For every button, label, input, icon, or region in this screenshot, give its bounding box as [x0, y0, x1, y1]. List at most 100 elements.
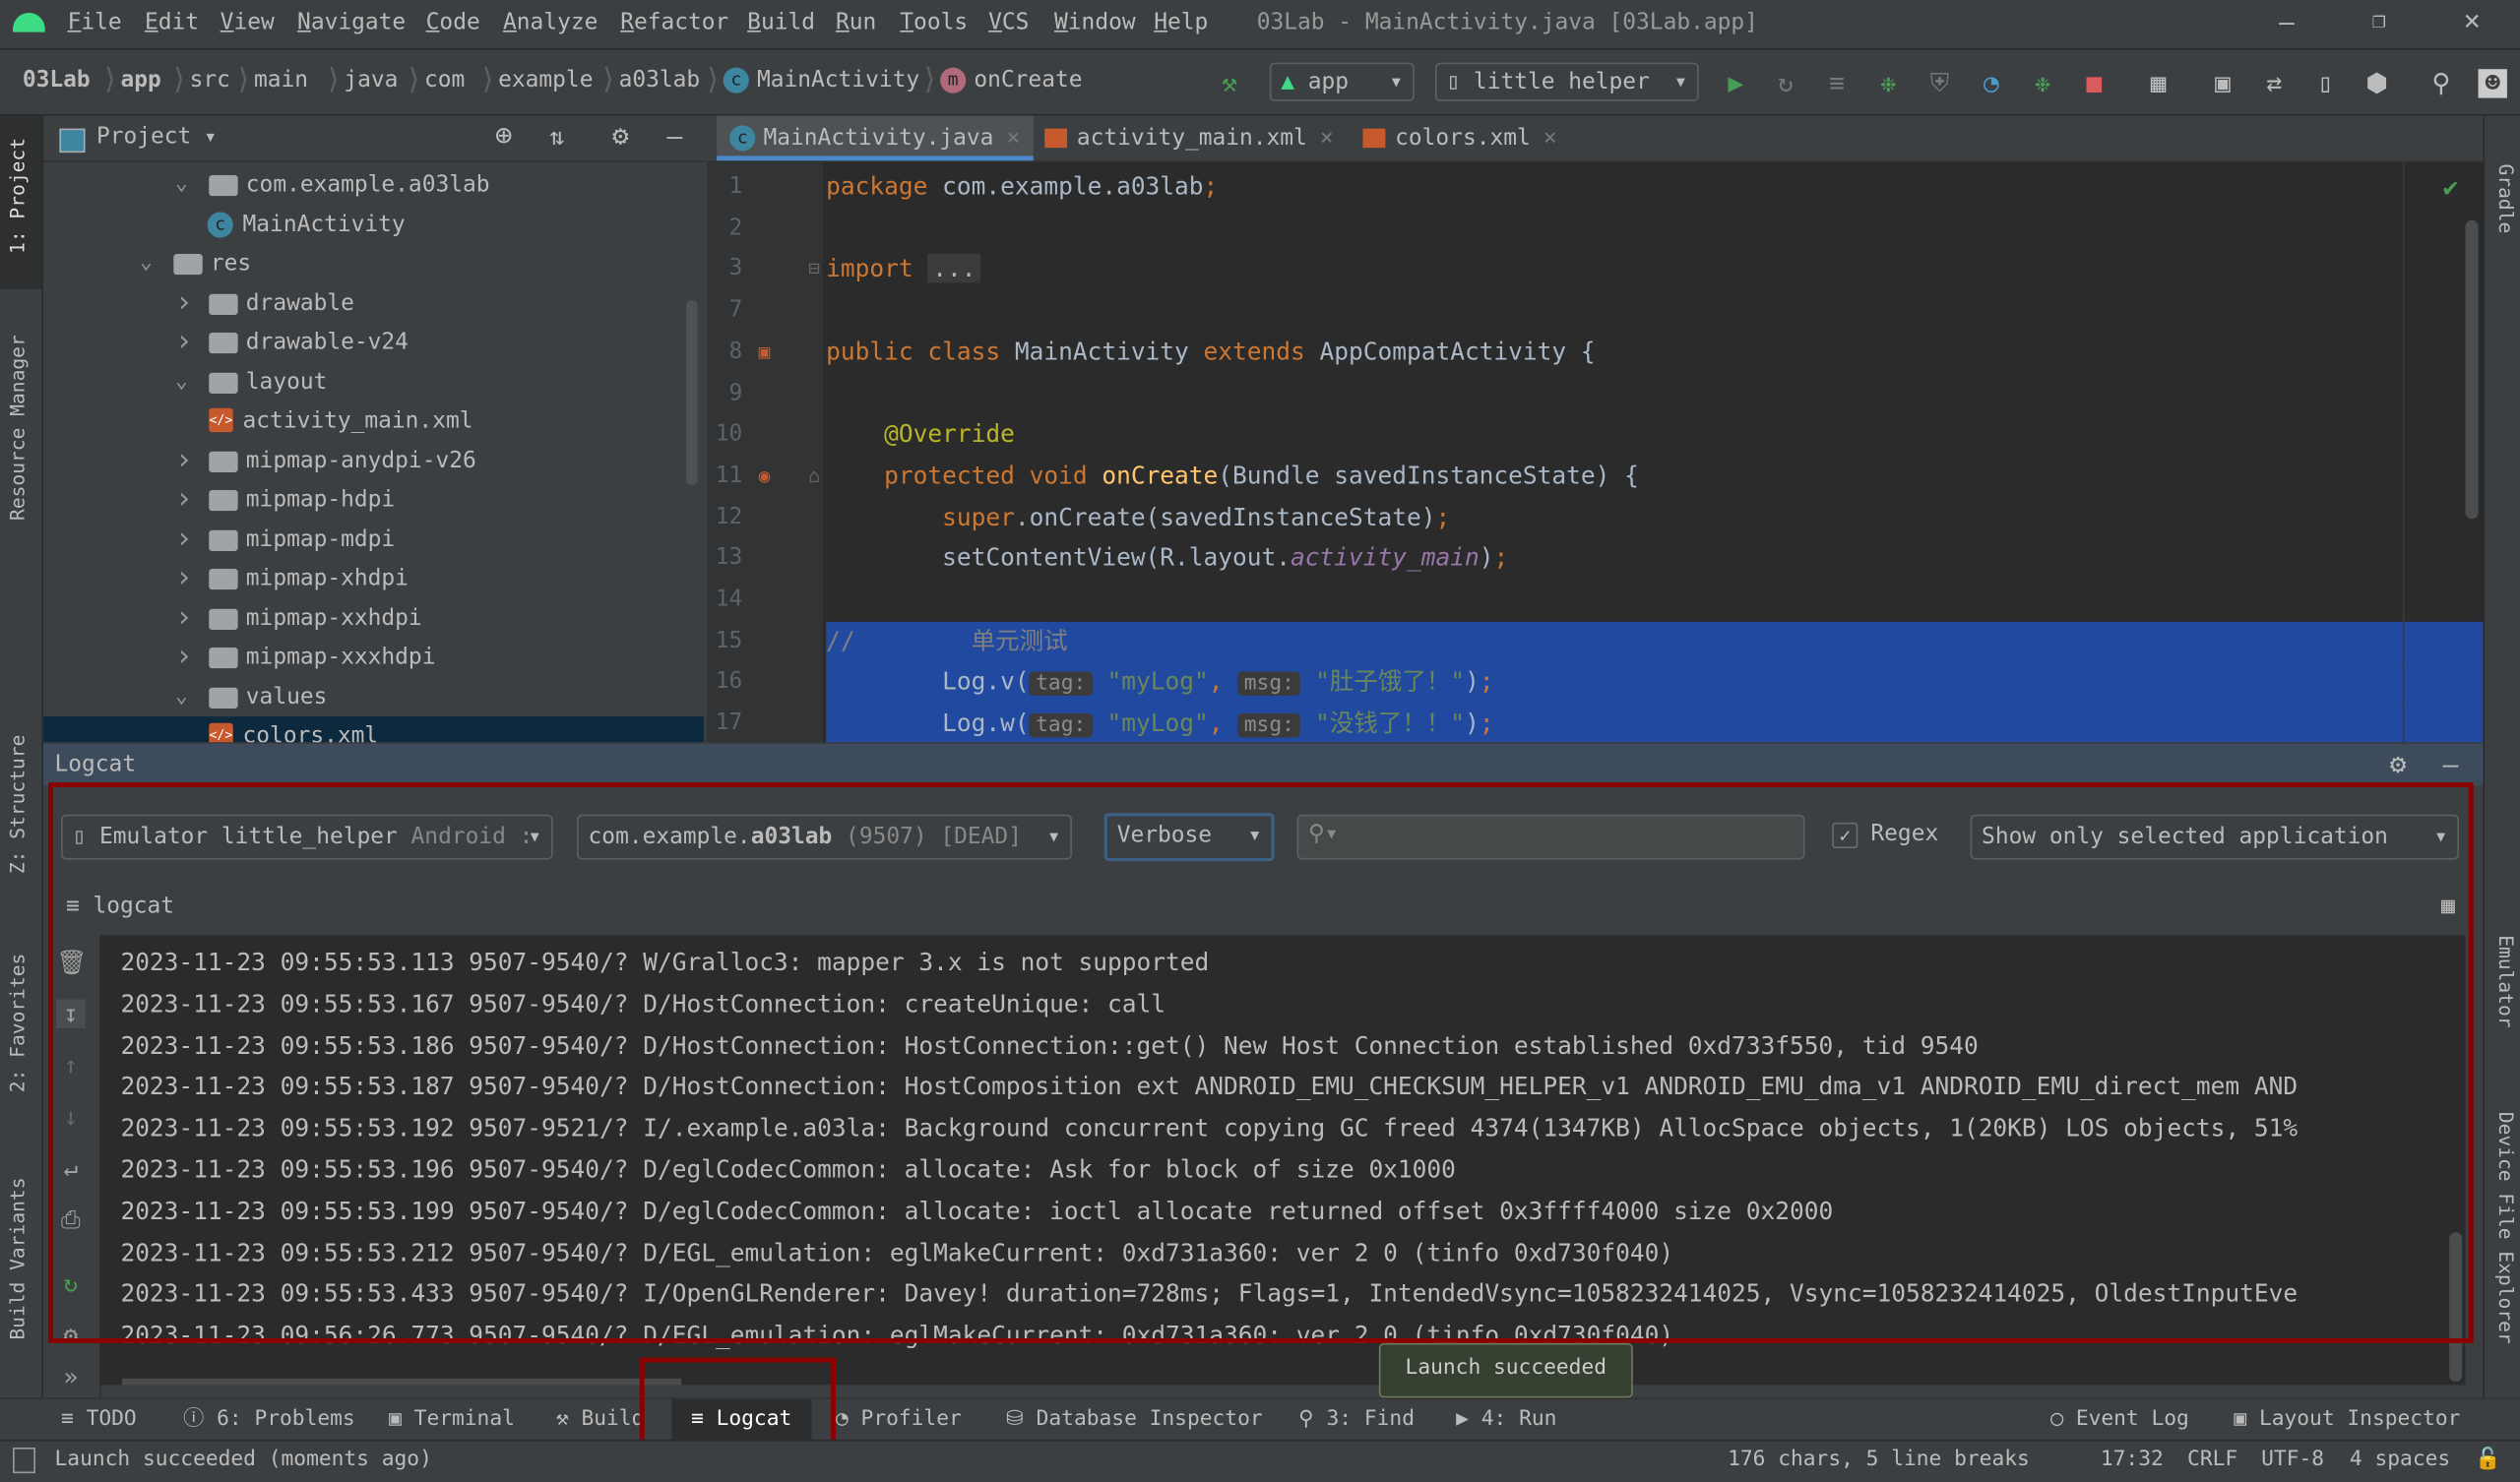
- close-window-button[interactable]: ✕: [2464, 5, 2481, 37]
- chevron-down-icon[interactable]: ⌄: [175, 677, 188, 715]
- menu-file[interactable]: File: [68, 10, 122, 35]
- close-tab-icon[interactable]: ×: [1007, 125, 1021, 151]
- bottom-tab-4-run[interactable]: ▶ 4: Run: [1456, 1399, 1556, 1441]
- restart-icon[interactable]: ↻: [56, 1269, 85, 1298]
- minimize-button[interactable]: —: [2279, 7, 2295, 37]
- tree-item[interactable]: › mipmap-xxxhdpi: [43, 638, 704, 676]
- breadcrumb-item[interactable]: com: [424, 68, 465, 93]
- tool-window-favorites[interactable]: 2: Favorites: [7, 954, 30, 1093]
- device-dropdown[interactable]: ▯ little helper ▾: [1434, 62, 1699, 101]
- run-icon[interactable]: ▶: [1722, 68, 1750, 97]
- menu-window[interactable]: Window: [1054, 10, 1136, 35]
- bottom-tab-6-problems[interactable]: ⓘ 6: Problems: [183, 1399, 355, 1441]
- tree-item[interactable]: › mipmap-anydpi-v26: [43, 441, 704, 479]
- code-line[interactable]: Log.v(tag: "myLog", msg: "肚子饿了！");: [826, 662, 2484, 705]
- tree-item[interactable]: ⌄ com.example.a03lab: [43, 165, 704, 204]
- print-icon[interactable]: ⎙: [56, 1204, 85, 1233]
- editor-tab[interactable]: c MainActivity.java ×: [717, 115, 1034, 161]
- process-selector[interactable]: com.example.a03lab (9507) [DEAD] ▾: [577, 814, 1072, 860]
- horizontal-scrollbar[interactable]: [122, 1378, 682, 1386]
- logcat-subtab[interactable]: ≡ logcat: [66, 894, 174, 919]
- editor-scrollbar[interactable]: [2465, 219, 2479, 520]
- chevron-down-icon[interactable]: ⌄: [140, 244, 153, 282]
- breadcrumb-item[interactable]: app: [120, 68, 160, 93]
- collapse-all-icon[interactable]: ⇅: [549, 122, 564, 151]
- fold-icon[interactable]: ⊟: [808, 258, 820, 280]
- log-line[interactable]: 2023-11-23 09:55:53.113 9507-9540/? W/Gr…: [120, 943, 1209, 984]
- up-arrow-icon[interactable]: ↑: [56, 1051, 85, 1080]
- tree-item[interactable]: › mipmap-xxhdpi: [43, 598, 704, 637]
- scroll-to-end-icon[interactable]: ↧: [56, 999, 86, 1028]
- device-manager-icon[interactable]: ▯: [2311, 68, 2340, 97]
- bottom-tab-terminal[interactable]: ▣ Terminal: [389, 1399, 515, 1441]
- chevron-down-icon[interactable]: ⌄: [175, 362, 188, 401]
- project-view-dropdown[interactable]: Project: [96, 124, 191, 150]
- layout-inspector-tab[interactable]: ▣ Layout Inspector: [2234, 1399, 2460, 1441]
- tree-item[interactable]: ⌄ res: [43, 244, 704, 282]
- tree-item[interactable]: ⌄ values: [43, 677, 704, 715]
- code-line[interactable]: Log.w(tag: "myLog", msg: "没钱了！！");: [826, 704, 2484, 743]
- bottom-tab-todo[interactable]: ≡ TODO: [61, 1399, 137, 1441]
- search-icon[interactable]: ⚲: [2426, 68, 2455, 97]
- bottom-tab-build[interactable]: ⚒ Build: [556, 1399, 644, 1441]
- down-arrow-icon[interactable]: ↓: [56, 1102, 85, 1131]
- soft-wrap-icon[interactable]: ↵: [56, 1153, 85, 1182]
- profile-icon[interactable]: ◔: [1977, 68, 2005, 97]
- file-encoding[interactable]: UTF-8: [2261, 1448, 2324, 1471]
- breadcrumb-item[interactable]: main: [254, 68, 308, 93]
- code-line[interactable]: // 单元测试: [826, 621, 2484, 663]
- menu-run[interactable]: Run: [836, 10, 876, 35]
- tree-item[interactable]: </> activity_main.xml: [43, 401, 704, 440]
- log-line[interactable]: 2023-11-23 09:55:53.186 9507-9540/? D/Ho…: [120, 1026, 1978, 1068]
- account-icon[interactable]: ☻: [2478, 68, 2507, 98]
- build-hammer-icon[interactable]: ⚒: [1215, 68, 1243, 97]
- chevron-right-icon[interactable]: ›: [175, 520, 193, 558]
- code-line[interactable]: super.onCreate(savedInstanceState);: [826, 497, 2483, 538]
- breadcrumb-item[interactable]: java: [344, 68, 398, 93]
- class-gutter-icon[interactable]: ▣: [759, 340, 771, 363]
- code-line[interactable]: protected void onCreate(Bundle savedInst…: [826, 456, 2483, 497]
- code-line[interactable]: [826, 209, 2483, 250]
- fold-icon[interactable]: ⌂: [808, 464, 820, 487]
- bottom-tab-3-find[interactable]: ⚲ 3: Find: [1298, 1399, 1415, 1441]
- log-line[interactable]: 2023-11-23 09:55:53.196 9507-9540/? D/eg…: [120, 1150, 1455, 1192]
- menu-tools[interactable]: Tools: [900, 10, 968, 35]
- device-selector[interactable]: ▯ Emulator little_helper Android : ▾: [61, 814, 553, 860]
- filter-selector[interactable]: Show only selected application ▾: [1970, 814, 2459, 860]
- editor-tab[interactable]: colors.xml ×: [1350, 116, 1569, 161]
- log-level-selector[interactable]: Verbose ▾: [1103, 813, 1275, 862]
- menu-view[interactable]: View: [220, 10, 275, 35]
- code-line[interactable]: setContentView(R.layout.activity_main);: [826, 538, 2483, 580]
- code-line[interactable]: public class MainActivity extends AppCom…: [826, 333, 2483, 374]
- tree-item[interactable]: ⌄ layout: [43, 362, 704, 401]
- bottom-tab-database-inspector[interactable]: ⛁ Database Inspector: [1006, 1399, 1263, 1441]
- tool-window-emulator[interactable]: Emulator: [2494, 935, 2517, 1027]
- run-config-dropdown[interactable]: ▲ app ▾: [1269, 62, 1415, 101]
- code-line[interactable]: package com.example.a03lab;: [826, 167, 2483, 209]
- log-line[interactable]: 2023-11-23 09:55:53.212 9507-9540/? D/EG…: [120, 1233, 1673, 1274]
- tool-window-build-variants[interactable]: Build Variants: [7, 1177, 30, 1339]
- layout-options-icon[interactable]: ▦: [2441, 894, 2455, 919]
- maximize-button[interactable]: ❐: [2372, 8, 2386, 33]
- tool-window-resource-manager[interactable]: Resource Manager: [7, 335, 30, 521]
- code-line[interactable]: @Override: [826, 415, 2483, 457]
- stop-icon[interactable]: ■: [2080, 68, 2109, 97]
- menu-refactor[interactable]: Refactor: [620, 10, 728, 35]
- hide-panel-icon[interactable]: —: [667, 120, 683, 151]
- locate-file-icon[interactable]: ⊕: [495, 119, 513, 153]
- menu-help[interactable]: Help: [1154, 10, 1208, 35]
- indent-setting[interactable]: 4 spaces: [2350, 1448, 2450, 1471]
- breadcrumb-item[interactable]: c MainActivity: [723, 67, 919, 93]
- tool-window-project[interactable]: 1: Project: [7, 138, 30, 254]
- log-line[interactable]: 2023-11-23 09:55:53.433 9507-9540/? I/Op…: [120, 1274, 2298, 1316]
- line-separator[interactable]: CRLF: [2187, 1448, 2237, 1471]
- settings-icon[interactable]: ⚙: [56, 1321, 85, 1349]
- tree-item[interactable]: › mipmap-mdpi: [43, 520, 704, 558]
- menu-code[interactable]: Code: [426, 10, 480, 35]
- tree-item[interactable]: › mipmap-xhdpi: [43, 559, 704, 597]
- log-line[interactable]: 2023-11-23 09:55:53.199 9507-9540/? D/eg…: [120, 1192, 1833, 1233]
- override-gutter-icon[interactable]: ◉: [759, 464, 771, 487]
- tree-item[interactable]: › drawable: [43, 283, 704, 322]
- code-line[interactable]: [826, 580, 2483, 621]
- log-line[interactable]: 2023-11-23 09:55:53.167 9507-9540/? D/Ho…: [120, 984, 1166, 1025]
